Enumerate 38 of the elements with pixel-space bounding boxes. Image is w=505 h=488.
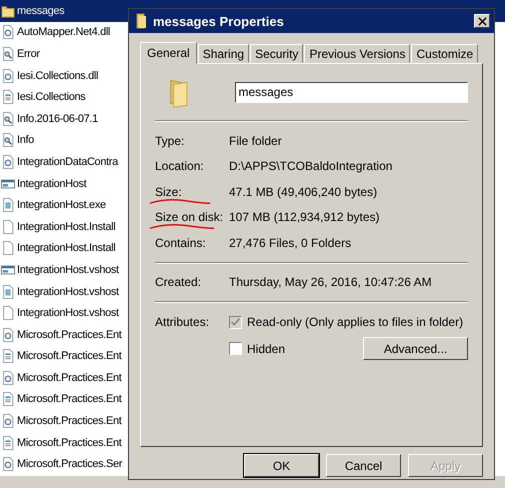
property-label: Created: — [155, 275, 202, 290]
file-name: IntegrationHost.exe — [17, 199, 106, 212]
file-name: IntegrationHost — [17, 178, 86, 190]
property-label: Size on disk: — [155, 210, 224, 224]
file-name: Iesi.Collections — [17, 91, 86, 104]
file-name: IntegrationDataContra — [17, 156, 118, 168]
checkbox-label: Read-only (Only applies to files in folder) — [247, 315, 464, 329]
file-name: IntegrationHost.vshost — [17, 286, 119, 298]
file-name: Microsoft.Practices.Ser — [17, 458, 122, 470]
property-value: D:\APPS\TCOBaldoIntegration — [229, 159, 392, 174]
file-name: IntegrationHost.vshost — [17, 307, 119, 320]
file-name: IntegrationHost.vshost — [17, 264, 119, 276]
file-name: Microsoft.Practices.Ent — [17, 393, 122, 406]
file-name: Iesi.Collections.dll — [17, 70, 98, 82]
file-name: messages — [17, 4, 64, 17]
property-value: 27,476 Files, 0 Folders — [229, 236, 352, 250]
property-label: Attributes: — [155, 315, 210, 331]
window-title: messages Properties — [153, 14, 285, 28]
property-label: Contains: — [155, 236, 206, 250]
property-label: Location: — [155, 159, 204, 174]
file-name: Error — [17, 48, 40, 60]
file-name: Microsoft.Practices.Ent — [17, 328, 122, 341]
file-name: IntegrationHost.Install — [17, 220, 116, 233]
property-value: File folder — [229, 134, 282, 148]
property-value: Thursday, May 26, 2016, 10:47:26 AM — [229, 275, 432, 290]
file-name: Info.2016-06-07.1 — [17, 112, 98, 125]
file-name: Microsoft.Practices.Ent — [17, 350, 122, 362]
file-name: Microsoft.Practices.Ent — [17, 436, 122, 449]
file-name: Microsoft.Practices.Ent — [17, 415, 122, 428]
property-label: Type: — [155, 134, 184, 148]
property-label: Size: — [155, 184, 182, 199]
file-name: Info — [17, 134, 34, 146]
file-name: Microsoft.Practices.Ent — [17, 372, 122, 384]
property-value: 47.1 MB (49,406,240 bytes) — [229, 184, 378, 199]
property-value: 107 MB (112,934,912 bytes) — [229, 210, 380, 224]
checkbox-label: Hidden — [247, 342, 286, 356]
file-name: AutoMapper.Net4.dll — [17, 26, 110, 38]
file-name: IntegrationHost.Install — [17, 242, 116, 254]
